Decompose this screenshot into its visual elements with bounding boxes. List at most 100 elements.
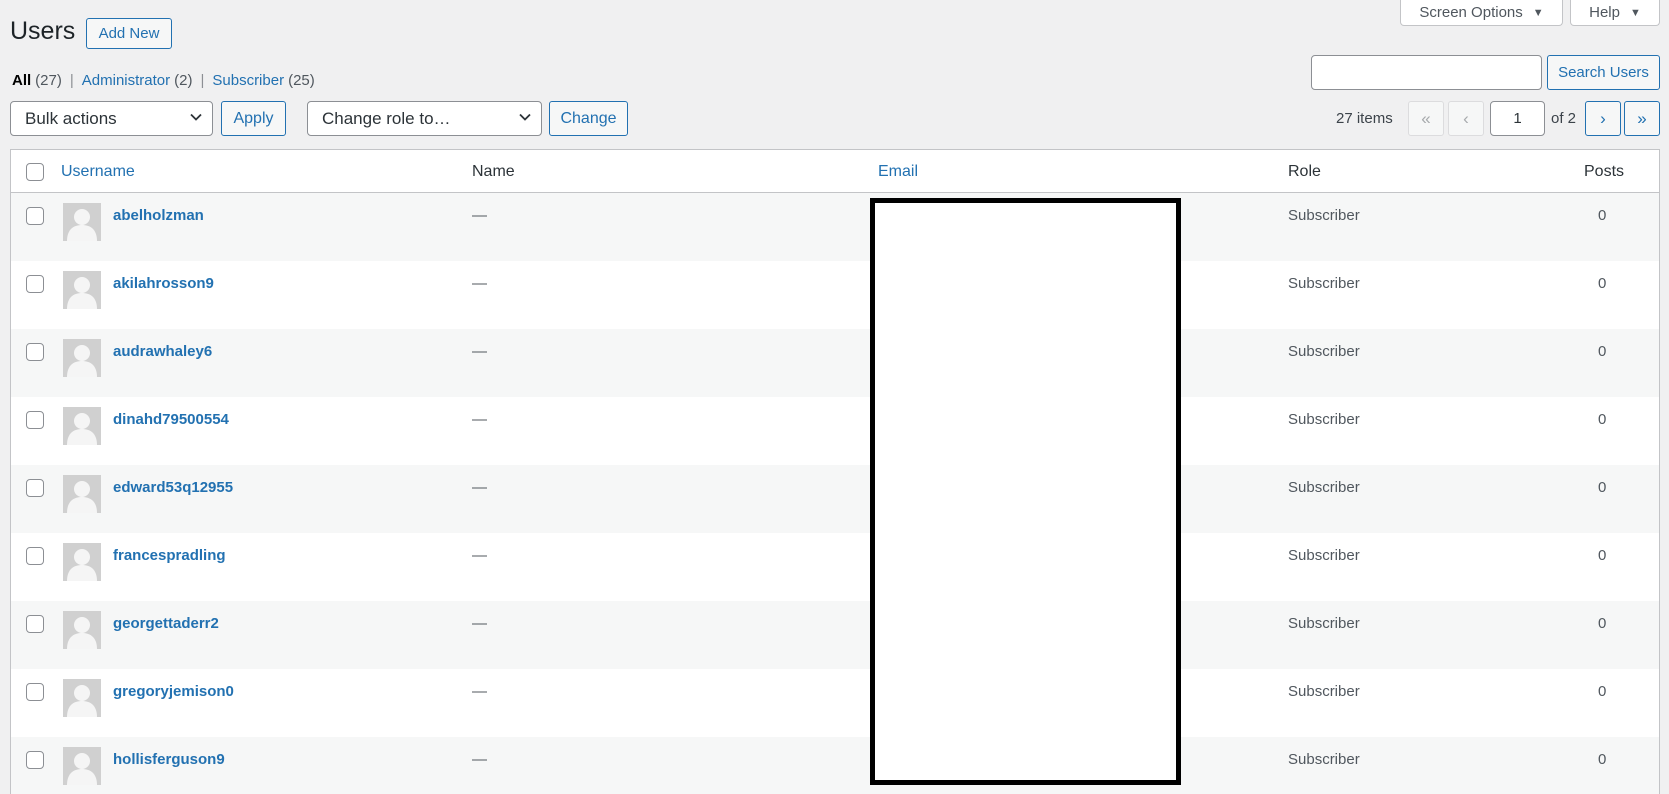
- next-page-button[interactable]: ›: [1585, 101, 1621, 136]
- table-row: audrawhaley6 — Subscriber 0: [11, 329, 1659, 397]
- current-page-input[interactable]: 1: [1490, 101, 1545, 136]
- role-value: Subscriber: [1288, 547, 1360, 564]
- filter-separator: |: [200, 72, 205, 89]
- default-avatar-icon: [63, 679, 101, 717]
- column-posts: Posts: [1584, 163, 1625, 180]
- avatar: [63, 611, 101, 649]
- username-link[interactable]: georgettaderr2: [113, 615, 219, 632]
- table-row: akilahrosson9 — Subscriber 0: [11, 261, 1659, 329]
- username-link[interactable]: akilahrosson9: [113, 275, 214, 292]
- table-row: abelholzman — Subscriber 0: [11, 193, 1659, 261]
- filter-all-count: (27): [35, 72, 62, 89]
- users-table: Username Name Email Role Posts abelholzm…: [10, 149, 1660, 794]
- table-header: Username Name Email Role Posts: [11, 150, 1659, 193]
- user-role-filters: All (27) | Administrator (2) | Subscribe…: [12, 72, 315, 89]
- bulk-actions-select[interactable]: Bulk actions: [10, 101, 213, 136]
- change-role-select[interactable]: Change role to…: [307, 101, 542, 136]
- posts-count: 0: [1598, 479, 1607, 496]
- column-name: Name: [472, 163, 515, 180]
- filter-subscriber-count: (25): [288, 72, 315, 89]
- screen-options-button[interactable]: Screen Options ▼: [1400, 0, 1563, 26]
- last-page-button[interactable]: »: [1624, 101, 1660, 136]
- default-avatar-icon: [63, 475, 101, 513]
- role-value: Subscriber: [1288, 683, 1360, 700]
- avatar: [63, 339, 101, 377]
- table-row: hollisferguson9 — Subscriber 0: [11, 737, 1659, 794]
- role-value: Subscriber: [1288, 343, 1360, 360]
- name-value: —: [472, 207, 487, 224]
- role-value: Subscriber: [1288, 751, 1360, 768]
- apply-button[interactable]: Apply: [221, 101, 286, 136]
- username-link[interactable]: hollisferguson9: [113, 751, 225, 768]
- default-avatar-icon: [63, 203, 101, 241]
- select-all-checkbox[interactable]: [26, 163, 44, 181]
- default-avatar-icon: [63, 271, 101, 309]
- name-value: —: [472, 683, 487, 700]
- avatar: [63, 543, 101, 581]
- change-role-button[interactable]: Change: [549, 101, 628, 136]
- chevron-down-icon: [519, 113, 531, 121]
- name-value: —: [472, 479, 487, 496]
- row-checkbox[interactable]: [26, 479, 44, 497]
- table-row: edward53q12955 — Subscriber 0: [11, 465, 1659, 533]
- name-value: —: [472, 343, 487, 360]
- default-avatar-icon: [63, 611, 101, 649]
- default-avatar-icon: [63, 543, 101, 581]
- table-row: gregoryjemison0 — Subscriber 0: [11, 669, 1659, 737]
- page-title: Users: [10, 17, 76, 45]
- avatar: [63, 475, 101, 513]
- row-checkbox[interactable]: [26, 343, 44, 361]
- username-link[interactable]: edward53q12955: [113, 479, 233, 496]
- role-value: Subscriber: [1288, 411, 1360, 428]
- username-link[interactable]: dinahd79500554: [113, 411, 229, 428]
- posts-count: 0: [1598, 751, 1607, 768]
- role-value: Subscriber: [1288, 615, 1360, 632]
- posts-count: 0: [1598, 275, 1607, 292]
- posts-count: 0: [1598, 547, 1607, 564]
- default-avatar-icon: [63, 407, 101, 445]
- table-row: dinahd79500554 — Subscriber 0: [11, 397, 1659, 465]
- avatar: [63, 407, 101, 445]
- help-button[interactable]: Help ▼: [1570, 0, 1660, 26]
- name-value: —: [472, 547, 487, 564]
- row-checkbox[interactable]: [26, 547, 44, 565]
- row-checkbox[interactable]: [26, 275, 44, 293]
- posts-count: 0: [1598, 615, 1607, 632]
- prev-page-button: ‹: [1448, 101, 1484, 136]
- row-checkbox[interactable]: [26, 751, 44, 769]
- add-new-button[interactable]: Add New: [86, 18, 172, 49]
- first-page-button: «: [1408, 101, 1444, 136]
- name-value: —: [472, 411, 487, 428]
- items-count: 27 items: [1336, 110, 1393, 127]
- search-users-button[interactable]: Search Users: [1547, 55, 1660, 90]
- row-checkbox[interactable]: [26, 207, 44, 225]
- posts-count: 0: [1598, 411, 1607, 428]
- username-link[interactable]: gregoryjemison0: [113, 683, 234, 700]
- name-value: —: [472, 615, 487, 632]
- search-input[interactable]: [1311, 55, 1542, 90]
- username-link[interactable]: audrawhaley6: [113, 343, 212, 360]
- column-email[interactable]: Email: [878, 163, 918, 181]
- chevron-down-icon: [190, 113, 202, 121]
- filter-separator: |: [69, 72, 74, 89]
- column-role: Role: [1288, 163, 1321, 180]
- avatar: [63, 679, 101, 717]
- row-checkbox[interactable]: [26, 615, 44, 633]
- filter-subscriber[interactable]: Subscriber: [212, 72, 284, 89]
- table-row: georgettaderr2 — Subscriber 0: [11, 601, 1659, 669]
- change-role-value: Change role to…: [322, 108, 451, 128]
- filter-administrator[interactable]: Administrator: [82, 72, 170, 89]
- caret-down-icon: ▼: [1532, 6, 1544, 19]
- avatar: [63, 747, 101, 785]
- username-link[interactable]: abelholzman: [113, 207, 204, 224]
- filter-all[interactable]: All: [12, 72, 31, 89]
- total-pages: of 2: [1551, 110, 1577, 127]
- column-username[interactable]: Username: [61, 163, 135, 181]
- avatar: [63, 203, 101, 241]
- row-checkbox[interactable]: [26, 411, 44, 429]
- role-value: Subscriber: [1288, 479, 1360, 496]
- posts-count: 0: [1598, 683, 1607, 700]
- username-link[interactable]: francespradling: [113, 547, 226, 564]
- posts-count: 0: [1598, 207, 1607, 224]
- row-checkbox[interactable]: [26, 683, 44, 701]
